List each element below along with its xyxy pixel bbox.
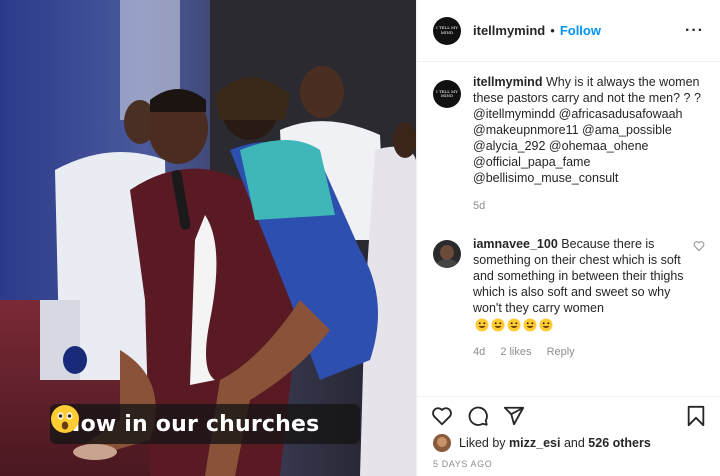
post-username[interactable]: itellmymind <box>473 23 545 38</box>
reply-meta: 4d 2 likes Reply <box>473 344 687 360</box>
grinning-face-icon <box>507 318 521 332</box>
caption-text: Why is it always the women these pastors… <box>473 75 701 185</box>
grinning-face-icon <box>475 318 489 332</box>
reply-comment: iamnavee_100 Because there is something … <box>433 236 705 360</box>
photo-caption-text: Now in our churches <box>62 411 320 437</box>
post-photo[interactable]: Now in our churches <box>0 0 416 476</box>
reply-likes[interactable]: 2 likes <box>500 346 531 358</box>
heart-icon[interactable] <box>431 405 453 427</box>
grinning-face-icon <box>491 318 505 332</box>
bookmark-icon[interactable] <box>685 405 707 427</box>
comment-icon[interactable] <box>467 405 489 427</box>
reply-username[interactable]: iamnavee_100 <box>473 237 558 251</box>
caption-meta: 5d <box>473 198 705 214</box>
likes-others[interactable]: 526 others <box>588 436 651 450</box>
caption-avatar-logo: I TELL MY MIND <box>436 88 458 98</box>
caption-username[interactable]: itellmymind <box>473 75 542 89</box>
caption-avatar[interactable]: I TELL MY MIND <box>433 80 461 108</box>
post-date[interactable]: 5 DAYS AGO <box>433 459 492 469</box>
reply-time[interactable]: 4d <box>473 346 485 358</box>
likes-and: and <box>563 436 585 450</box>
post-actions-bar <box>417 396 720 434</box>
reply-emojis <box>475 318 553 332</box>
caption-body: itellmymind Why is it always the women t… <box>473 74 705 214</box>
caption-time[interactable]: 5d <box>473 200 485 212</box>
photo-caption-banner: Now in our churches <box>50 404 360 444</box>
likes-summary[interactable]: Liked by mizz_esi and 526 others <box>433 434 651 452</box>
reply-button[interactable]: Reply <box>547 346 575 358</box>
liker-avatar[interactable] <box>433 434 451 452</box>
share-icon[interactable] <box>503 405 525 427</box>
grinning-face-icon <box>523 318 537 332</box>
avatar-logo: I TELL MY MIND <box>436 25 458 35</box>
follow-button[interactable]: Follow <box>560 23 601 38</box>
more-options-icon[interactable]: ··· <box>685 22 704 40</box>
caption-comment: I TELL MY MIND itellmymind Why is it alw… <box>433 74 705 214</box>
likes-prefix: Liked by <box>459 436 506 450</box>
grinning-face-icon <box>539 318 553 332</box>
post-side-panel: I TELL MY MIND itellmymind • Follow ··· … <box>416 0 720 476</box>
like-comment-heart-icon[interactable] <box>687 240 705 255</box>
reply-avatar[interactable] <box>433 240 461 268</box>
reply-body: iamnavee_100 Because there is something … <box>473 236 687 360</box>
account-avatar[interactable]: I TELL MY MIND <box>433 16 461 45</box>
header-separator: • <box>550 23 555 38</box>
post-header: I TELL MY MIND itellmymind • Follow ··· <box>417 0 720 62</box>
likes-user[interactable]: mizz_esi <box>509 436 560 450</box>
comments-list[interactable]: I TELL MY MIND itellmymind Why is it alw… <box>417 74 720 396</box>
